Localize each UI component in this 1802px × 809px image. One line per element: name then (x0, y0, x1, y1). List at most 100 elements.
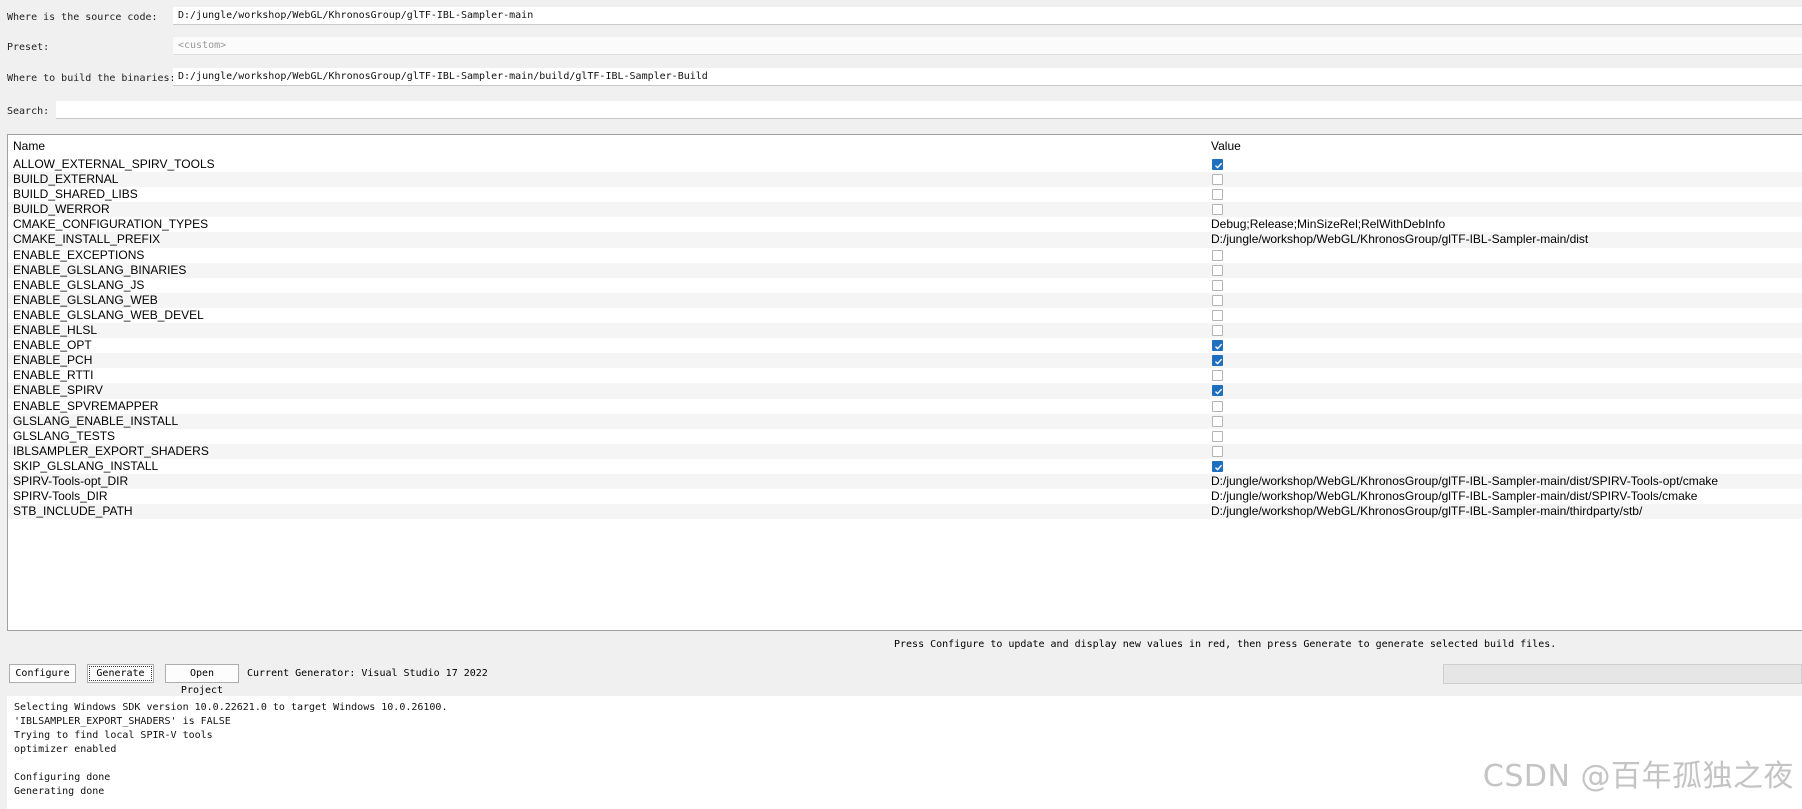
checkbox-checked[interactable] (1212, 460, 1223, 472)
variable-name: ENABLE_SPIRV (13, 383, 103, 398)
variable-name: GLSLANG_TESTS (13, 428, 116, 443)
variable-name: ENABLE_OPT (13, 338, 92, 353)
table-row[interactable]: BUILD_SHARED_LIBS (8, 187, 1802, 202)
table-row[interactable]: BUILD_WERROR (8, 202, 1802, 218)
open-project-button[interactable]: Open Project (165, 664, 239, 696)
table-row[interactable]: SPIRV-Tools-opt_DIR D:/jungle/workshop/We… (8, 473, 1802, 490)
checkbox-checked[interactable] (1212, 355, 1223, 367)
variable-name: ENABLE_EXCEPTIONS (13, 247, 145, 262)
variable-name: CMAKE_INSTALL_PREFIX (13, 232, 161, 247)
log-line: Selecting Windows SDK version 10.0.22621… (14, 702, 448, 713)
variable-name: BUILD_WERROR (13, 202, 110, 217)
table-row[interactable]: ENABLE_SPVREMAPPER (8, 399, 1802, 414)
log-line: Trying to find local SPIR-V tools (14, 730, 213, 741)
build-path-field[interactable]: D:/jungle/workshop/WebGL/KhronosGroup/gl… (173, 68, 1802, 86)
cache-variable-table: Name Value ALLOW_EXTERNAL_SPIRV_TOOLS BUI… (7, 134, 1802, 631)
checkbox-unchecked[interactable] (1212, 204, 1223, 216)
variable-name: STB_INCLUDE_PATH (13, 504, 133, 519)
table-row[interactable]: SPIRV-Tools_DIR D:/jungle/workshop/WebGL/… (8, 489, 1802, 504)
value-column-header[interactable]: Value (1211, 139, 1241, 153)
variable-name: ALLOW_EXTERNAL_SPIRV_TOOLS (13, 157, 215, 171)
build-label: Where to build the binaries: (7, 73, 176, 84)
variable-value[interactable]: Debug;Release;MinSizeRel;RelWithDebInfo (1211, 217, 1445, 232)
variable-value[interactable]: D:/jungle/workshop/WebGL/KhronosGroup/gl… (1211, 474, 1718, 489)
table-row[interactable]: GLSLANG_ENABLE_INSTALL (8, 413, 1802, 429)
checkbox-unchecked[interactable] (1212, 430, 1223, 442)
table-row[interactable]: ENABLE_GLSLANG_JS (8, 278, 1802, 293)
watermark: CSDN @百年孤独之夜 (1482, 759, 1794, 794)
checkmark-icon (1215, 389, 1223, 396)
variable-name: SKIP_GLSLANG_INSTALL (13, 458, 159, 473)
checkmark-icon (1215, 162, 1223, 169)
checkbox-unchecked[interactable] (1212, 294, 1223, 306)
table-row[interactable]: BUILD_EXTERNAL (8, 172, 1802, 188)
checkbox-unchecked[interactable] (1212, 189, 1223, 201)
table-header: Name Value (8, 135, 1802, 153)
table-row[interactable]: ENABLE_GLSLANG_BINARIES (8, 262, 1802, 278)
source-label: Where is the source code: (7, 12, 158, 23)
checkmark-icon (1215, 464, 1223, 471)
variable-name: ENABLE_GLSLANG_WEB (13, 292, 158, 307)
variable-name: GLSLANG_ENABLE_INSTALL (13, 413, 179, 428)
preset-dropdown[interactable]: <custom> (173, 37, 1802, 55)
checkbox-unchecked[interactable] (1212, 264, 1223, 276)
checkbox-unchecked[interactable] (1212, 370, 1223, 382)
variable-name: ENABLE_GLSLANG_BINARIES (13, 262, 187, 277)
table-row[interactable]: CMAKE_CONFIGURATION_TYPES Debug;Release;M… (8, 217, 1802, 232)
table-row[interactable]: ENABLE_RTTI (8, 368, 1802, 383)
table-rows: ALLOW_EXTERNAL_SPIRV_TOOLS BUILD_EXTERNAL… (8, 157, 1802, 520)
variable-name: ENABLE_RTTI (13, 368, 94, 383)
generate-button[interactable]: Generate (87, 664, 154, 683)
variable-name: ENABLE_SPVREMAPPER (13, 398, 159, 413)
checkmark-icon (1215, 343, 1223, 350)
variable-value[interactable]: D:/jungle/workshop/WebGL/KhronosGroup/gl… (1211, 489, 1697, 504)
checkbox-unchecked[interactable] (1212, 174, 1223, 186)
checkbox-unchecked[interactable] (1212, 400, 1223, 412)
variable-name: ENABLE_PCH (13, 353, 93, 368)
search-label: Search: (7, 106, 50, 117)
checkmark-icon (1215, 358, 1223, 365)
table-row[interactable]: STB_INCLUDE_PATH D:/jungle/workshop/WebGL… (8, 504, 1802, 520)
checkbox-unchecked[interactable] (1212, 445, 1223, 457)
checkbox-unchecked[interactable] (1212, 249, 1223, 261)
checkbox-unchecked[interactable] (1212, 279, 1223, 291)
table-row[interactable]: CMAKE_INSTALL_PREFIX D:/jungle/workshop/W… (8, 232, 1802, 248)
table-row[interactable]: ENABLE_HLSL (8, 323, 1802, 339)
progress-bar (1443, 664, 1802, 684)
variable-name: CMAKE_CONFIGURATION_TYPES (13, 217, 209, 232)
log-line: 'IBLSAMPLER_EXPORT_SHADERS' is FALSE (14, 716, 231, 727)
variable-name: ENABLE_HLSL (13, 323, 98, 338)
variable-name: ENABLE_GLSLANG_JS (13, 277, 145, 292)
configure-hint-text: Press Configure to update and display ne… (894, 639, 1557, 650)
table-row[interactable]: GLSLANG_TESTS (8, 429, 1802, 444)
current-generator-label: Current Generator: Visual Studio 17 2022 (247, 668, 488, 679)
table-row[interactable]: ENABLE_SPIRV (8, 383, 1802, 399)
variable-name: BUILD_EXTERNAL (13, 172, 119, 187)
table-row[interactable]: ENABLE_EXCEPTIONS (8, 248, 1802, 263)
table-row[interactable]: ENABLE_GLSLANG_WEB (8, 292, 1802, 308)
variable-name: BUILD_SHARED_LIBS (13, 187, 138, 202)
variable-value[interactable]: D:/jungle/workshop/WebGL/KhronosGroup/gl… (1211, 504, 1642, 519)
table-row[interactable]: ALLOW_EXTERNAL_SPIRV_TOOLS (8, 157, 1802, 172)
source-path-field[interactable]: D:/jungle/workshop/WebGL/KhronosGroup/gl… (173, 7, 1802, 25)
variable-name: SPIRV-Tools-opt_DIR (13, 473, 129, 488)
configure-button[interactable]: Configure (9, 664, 76, 683)
preset-label: Preset: (7, 42, 50, 53)
checkbox-unchecked[interactable] (1212, 415, 1223, 427)
table-row[interactable]: IBLSAMPLER_EXPORT_SHADERS (8, 443, 1802, 459)
table-row[interactable]: SKIP_GLSLANG_INSTALL (8, 459, 1802, 474)
checkbox-checked[interactable] (1212, 159, 1223, 170)
name-column-header[interactable]: Name (13, 139, 45, 153)
variable-value[interactable]: D:/jungle/workshop/WebGL/KhronosGroup/gl… (1211, 232, 1588, 247)
checkbox-checked[interactable] (1212, 385, 1223, 397)
checkbox-checked[interactable] (1212, 340, 1223, 352)
search-input[interactable] (56, 101, 1802, 119)
table-row[interactable]: ENABLE_GLSLANG_WEB_DEVEL (8, 308, 1802, 323)
checkbox-unchecked[interactable] (1212, 309, 1223, 321)
table-row[interactable]: ENABLE_PCH (8, 353, 1802, 369)
checkbox-unchecked[interactable] (1212, 325, 1223, 337)
table-row[interactable]: ENABLE_OPT (8, 338, 1802, 353)
variable-name: ENABLE_GLSLANG_WEB_DEVEL (13, 307, 204, 322)
variable-name: SPIRV-Tools_DIR (13, 489, 108, 504)
variable-name: IBLSAMPLER_EXPORT_SHADERS (13, 443, 209, 458)
